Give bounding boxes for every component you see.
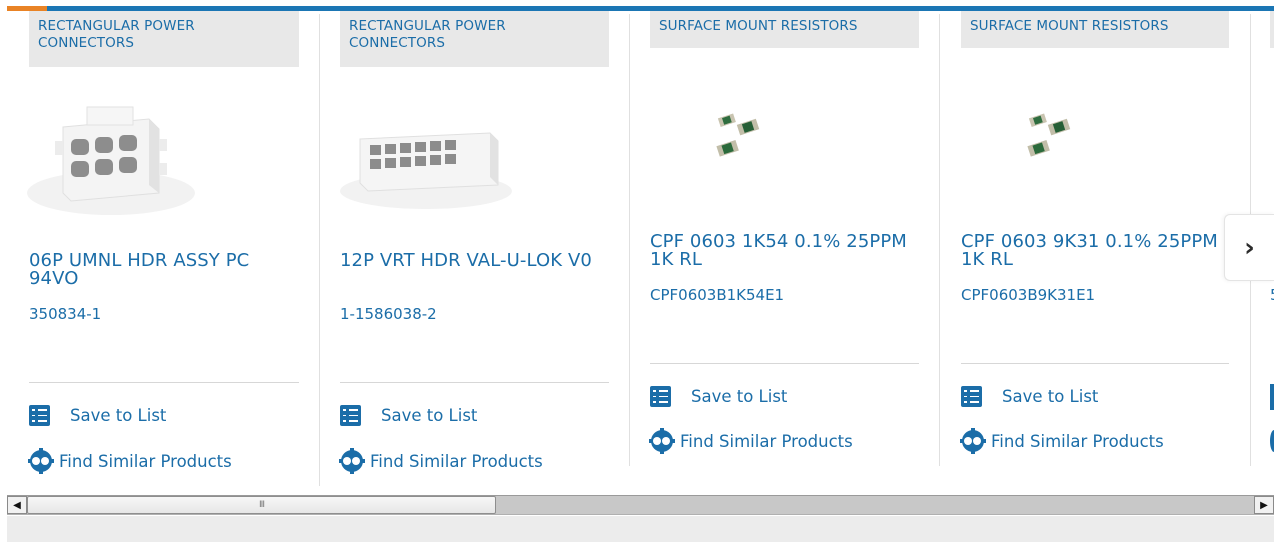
scroll-right-arrow-icon: ▶	[1260, 499, 1268, 511]
product-carousel-page: RECTANGULAR POWER CONNECTORS 06P UMNL HD…	[0, 0, 1274, 542]
horizontal-scrollbar[interactable]: ◀ III ▶	[7, 495, 1274, 515]
product-title-link[interactable]: 06P UMNL HDR ASSY PC 94VO	[29, 252, 299, 288]
connector-6pin-image[interactable]	[27, 101, 199, 219]
gears-icon-partial	[1270, 430, 1274, 452]
checklist-icon-partial	[1270, 384, 1274, 410]
find-similar-gears-icon	[339, 448, 365, 474]
checklist-icon	[29, 405, 50, 426]
card-divider	[629, 14, 630, 466]
find-similar-gears-icon	[960, 428, 986, 454]
checklist-icon	[340, 405, 361, 426]
part-number-link[interactable]: CPF0603B1K54E1	[650, 286, 784, 304]
find-similar-products-button[interactable]: Find Similar Products	[336, 448, 543, 474]
scrollbar-thumb[interactable]: III	[27, 496, 496, 514]
card-separator	[961, 363, 1229, 364]
scrollbar-grip-icon: III	[259, 500, 265, 510]
product-card: RECTANGULAR POWER CONNECTORS 06P UMNL HD…	[27, 11, 341, 486]
find-similar-label: Find Similar Products	[991, 431, 1164, 451]
save-to-list-label: Save to List	[1002, 387, 1099, 406]
category-label[interactable]: SURFACE MOUNT RESISTORS	[650, 11, 919, 48]
checklist-icon	[650, 386, 671, 407]
find-similar-label: Find Similar Products	[680, 431, 853, 451]
card-divider	[939, 14, 940, 466]
part-number-link[interactable]: CPF0603B9K31E1	[961, 286, 1095, 304]
card-separator	[29, 382, 299, 383]
scroll-right-button[interactable]: ▶	[1254, 496, 1274, 514]
save-to-list-label: Save to List	[691, 387, 788, 406]
category-label[interactable]: RECTANGULAR POWER CONNECTORS	[340, 11, 609, 67]
product-card: SURFACE MOUNT RESISTORS CPF 0603 1K54 0.…	[649, 11, 962, 486]
card-separator	[650, 363, 919, 364]
card-divider	[319, 14, 320, 486]
category-label-partial	[1270, 11, 1274, 48]
save-to-list-label: Save to List	[70, 406, 167, 425]
scroll-left-button[interactable]: ◀	[7, 496, 27, 514]
page-footer-area	[7, 516, 1274, 542]
find-similar-label: Find Similar Products	[370, 451, 543, 471]
product-title-link[interactable]: CPF 0603 1K54 0.1% 25PPM 1K RL	[650, 233, 919, 269]
find-similar-products-button[interactable]: Find Similar Products	[957, 428, 1164, 454]
smd-resistor-image[interactable]	[706, 107, 770, 163]
save-to-list-button[interactable]: Save to List	[961, 386, 1098, 407]
smd-resistor-image[interactable]	[1017, 107, 1081, 163]
checklist-icon	[961, 386, 982, 407]
category-label[interactable]: RECTANGULAR POWER CONNECTORS	[29, 11, 299, 67]
find-similar-products-button[interactable]: Find Similar Products	[646, 428, 853, 454]
card-separator	[340, 382, 609, 383]
save-to-list-button[interactable]: Save to List	[29, 405, 166, 426]
find-similar-gears-icon	[28, 448, 54, 474]
save-to-list-label: Save to List	[381, 406, 478, 425]
chevron-right-icon: ›	[1244, 232, 1255, 263]
product-title-link[interactable]: 12P VRT HDR VAL-U-LOK V0	[340, 252, 609, 270]
save-to-list-button[interactable]: Save to List	[340, 405, 477, 426]
find-similar-label: Find Similar Products	[59, 451, 232, 471]
product-title-link[interactable]: CPF 0603 9K31 0.1% 25PPM 1K RL	[961, 233, 1229, 269]
category-label[interactable]: SURFACE MOUNT RESISTORS	[961, 11, 1229, 48]
find-similar-products-button[interactable]: Find Similar Products	[25, 448, 232, 474]
carousel-next-button[interactable]: ›	[1224, 214, 1274, 281]
part-number-link[interactable]: 1-1586038-2	[340, 305, 437, 323]
page-left-edge	[0, 0, 7, 542]
scroll-left-arrow-icon: ◀	[13, 499, 21, 511]
product-card: RECTANGULAR POWER CONNECTORS 12P VRT HDR…	[339, 11, 652, 486]
save-to-list-button[interactable]: Save to List	[650, 386, 787, 407]
connector-12pin-image[interactable]	[340, 119, 512, 211]
part-number-link[interactable]: 350834-1	[29, 305, 101, 323]
part-number-link-partial[interactable]: 5	[1270, 286, 1274, 304]
find-similar-gears-icon	[649, 428, 675, 454]
